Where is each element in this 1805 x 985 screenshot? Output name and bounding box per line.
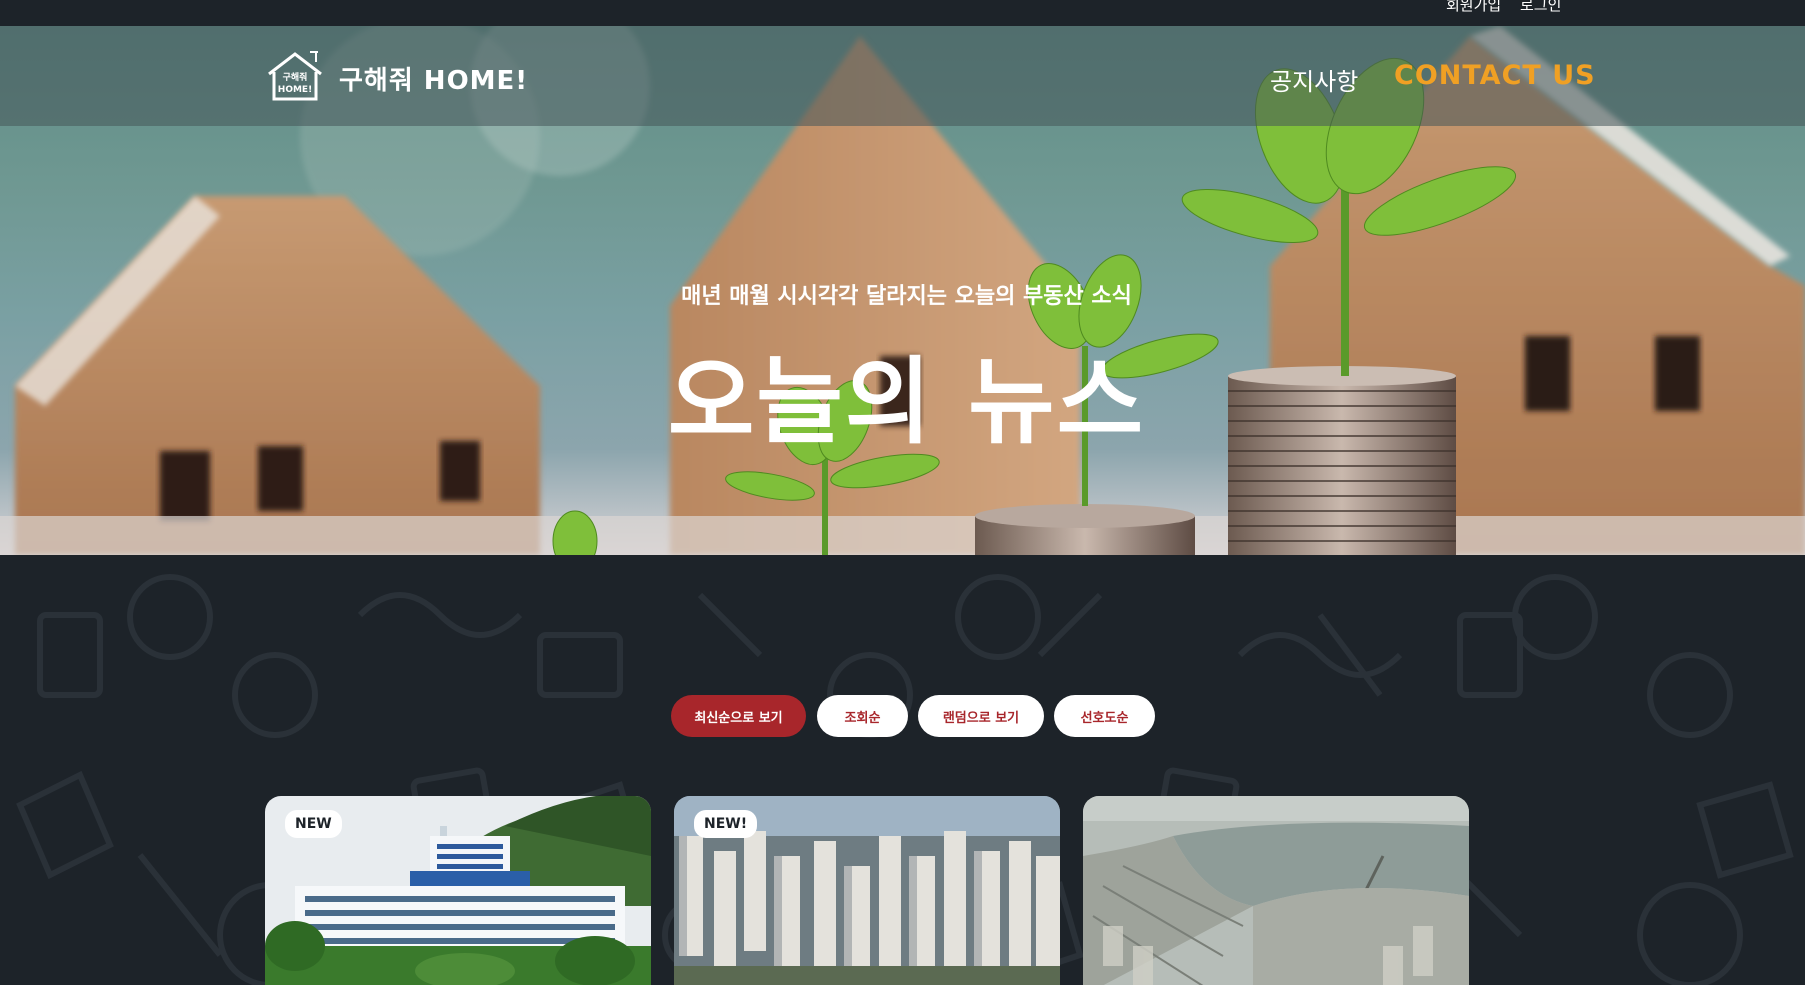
news-card[interactable]: NEW!	[674, 796, 1060, 985]
filter-random-button[interactable]: 랜덤으로 보기	[918, 695, 1044, 737]
login-link[interactable]: 로그인	[1520, 0, 1561, 13]
news-section: 최신순으로 보기 조회순 랜덤으로 보기 선호도순 NEW NEW!	[0, 555, 1805, 985]
top-utility-bar: 회원가입 로그인	[0, 0, 1805, 26]
nav-contact-link[interactable]: CONTACT US	[1394, 60, 1596, 91]
hero-title: 오늘의 뉴스	[667, 348, 1146, 457]
site-header: 구해줘 HOME! 구해줘 HOME! 공지사항 CONTACT US	[0, 26, 1805, 126]
sort-filter-bar: 최신순으로 보기 조회순 랜덤으로 보기 선호도순	[0, 695, 1805, 737]
signup-link[interactable]: 회원가입	[1446, 0, 1501, 13]
hero-subtitle: 매년 매월 시시각각 달라지는 오늘의 부동산 소식	[681, 284, 1132, 309]
filter-views-button[interactable]: 조회순	[817, 695, 908, 737]
news-card-list: NEW NEW!	[0, 796, 1805, 985]
home-logo-icon[interactable]: 구해줘 HOME!	[266, 50, 324, 102]
brand-name[interactable]: 구해줘 HOME!	[339, 60, 528, 97]
filter-preference-button[interactable]: 선호도순	[1054, 695, 1155, 737]
city-river-aerial-image	[1083, 796, 1469, 985]
new-badge: NEW!	[694, 810, 758, 838]
news-card[interactable]	[1083, 796, 1469, 985]
filter-latest-button[interactable]: 최신순으로 보기	[671, 695, 806, 737]
news-card[interactable]: NEW	[265, 796, 651, 985]
logo-text-top: 구해줘	[283, 71, 308, 83]
nav-notice-link[interactable]: 공지사항	[1270, 62, 1358, 97]
new-badge: NEW	[285, 810, 342, 838]
logo-text-bottom: HOME!	[278, 85, 312, 95]
